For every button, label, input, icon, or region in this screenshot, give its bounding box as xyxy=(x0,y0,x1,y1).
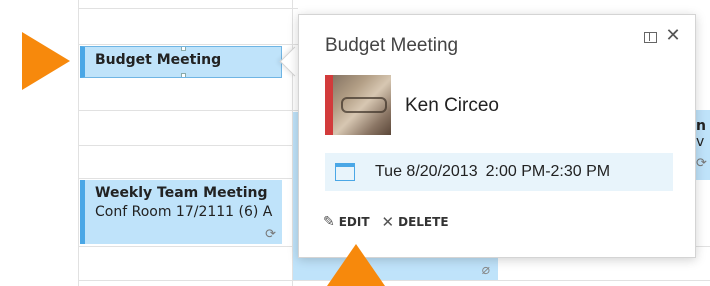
avatar-presence-bar xyxy=(325,75,333,135)
edit-label: EDIT xyxy=(338,215,370,229)
event-title: n xyxy=(696,118,706,134)
popup-actions: ✎ EDIT ✕ DELETE xyxy=(323,213,449,231)
organizer-name[interactable]: Ken Circeo xyxy=(405,95,499,117)
event-title: Weekly Team Meeting xyxy=(95,185,268,201)
pencil-icon: ✎ xyxy=(323,214,335,230)
edit-button[interactable]: ✎ EDIT xyxy=(323,214,370,230)
grid-line xyxy=(78,280,710,281)
weekly-team-meeting-event[interactable]: Weekly Team Meeting Conf Room 17/2111 (6… xyxy=(80,180,282,244)
avatar xyxy=(325,75,391,135)
calendar-icon xyxy=(335,163,355,181)
grid-line xyxy=(78,0,79,286)
event-peek-popup: Budget Meeting ✕ Ken Circeo Tue 8/20/201… xyxy=(298,14,696,258)
grid-line xyxy=(78,8,298,9)
attachment-icon: ⌀ xyxy=(481,262,490,278)
popup-title: Budget Meeting xyxy=(325,35,459,56)
callout-arrow-right xyxy=(22,32,70,90)
recurring-icon: ⟳ xyxy=(265,227,276,242)
delete-icon: ✕ xyxy=(381,213,395,231)
resize-handle-bottom[interactable] xyxy=(181,73,186,77)
close-icon[interactable]: ✕ xyxy=(665,27,681,45)
popout-icon[interactable] xyxy=(644,32,657,43)
event-location: v xyxy=(696,134,705,150)
event-date: Tue 8/20/2013 xyxy=(375,163,478,180)
delete-label: DELETE xyxy=(398,215,449,229)
callout-arrow-up xyxy=(327,244,385,286)
resize-handle-top[interactable] xyxy=(181,47,186,51)
event-time: 2:00 PM-2:30 PM xyxy=(485,163,611,180)
avatar-detail xyxy=(341,97,387,113)
grid-line xyxy=(78,44,298,45)
event-title: Budget Meeting xyxy=(95,52,222,68)
recurring-icon: ⟳ xyxy=(696,156,707,171)
event-location: Conf Room 17/2111 (6) A xyxy=(95,204,273,220)
grid-line xyxy=(78,145,298,146)
budget-meeting-event[interactable]: Budget Meeting xyxy=(80,46,282,78)
popup-controls: ✕ xyxy=(644,27,681,45)
partial-event[interactable]: n v ⟳ xyxy=(696,110,710,180)
event-datetime: Tue 8/20/2013 2:00 PM-2:30 PM xyxy=(325,153,673,191)
delete-button[interactable]: ✕ DELETE xyxy=(382,213,449,231)
